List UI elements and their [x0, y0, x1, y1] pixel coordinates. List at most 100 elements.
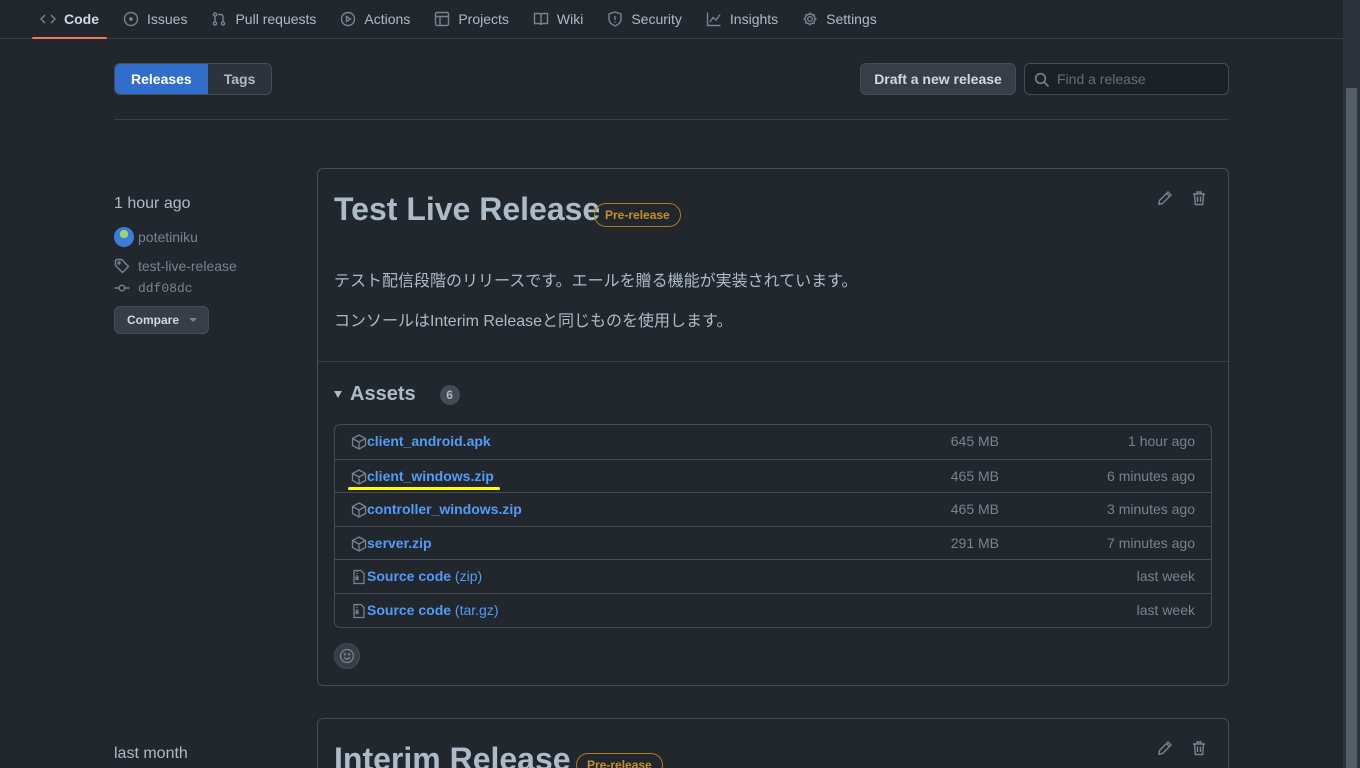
asset-updated: 7 minutes ago: [1107, 534, 1195, 551]
tab-insights-label: Insights: [729, 11, 779, 27]
triangle-down-icon: [334, 391, 342, 398]
tab-security[interactable]: Security: [599, 0, 690, 38]
asset-size: 291 MB: [950, 534, 999, 551]
releases-tags-toggle: Releases Tags: [114, 63, 273, 95]
compare-label: Compare: [127, 313, 180, 327]
issue-opened-icon: [123, 11, 139, 27]
releases-tab[interactable]: Releases: [115, 64, 208, 94]
divider: [318, 361, 1228, 362]
book-icon: [533, 12, 549, 26]
release-author[interactable]: potetiniku: [114, 227, 198, 247]
asset-updated: 1 hour ago: [1128, 433, 1195, 449]
tab-pull-requests[interactable]: Pull requests: [203, 0, 324, 38]
compare-button[interactable]: Compare: [114, 306, 209, 334]
asset-link[interactable]: client_android.apk: [367, 433, 491, 449]
tag-name[interactable]: test-live-release: [138, 258, 237, 274]
tags-tab[interactable]: Tags: [207, 64, 272, 94]
release-card: Interim Release Pre-release: [317, 718, 1229, 768]
tab-code[interactable]: Code: [32, 0, 107, 39]
search-icon: [1034, 72, 1050, 88]
assets-label: Assets: [350, 383, 416, 405]
commit-sha[interactable]: ddf08dc: [138, 281, 193, 296]
trash-icon: [1193, 741, 1205, 756]
play-icon: [341, 11, 356, 27]
highlight-underline: [348, 486, 500, 490]
git-commit-icon: [114, 284, 130, 292]
release-card: Test Live Release Pre-release テスト配信段階のリリ…: [317, 168, 1229, 686]
tab-security-label: Security: [631, 11, 682, 27]
vertical-scrollbar[interactable]: [1343, 0, 1360, 768]
asset-updated: 3 minutes ago: [1107, 501, 1195, 518]
asset-updated: last week: [1136, 568, 1195, 585]
release-description-line-2: コンソールはInterim Releaseと同じものを使用します。: [334, 313, 733, 330]
release-commit[interactable]: ddf08dc: [114, 280, 193, 296]
release-search: [1024, 63, 1229, 95]
gear-icon: [803, 12, 817, 26]
tag-icon: [114, 258, 130, 274]
asset-format: (tar.gz): [451, 601, 499, 618]
smiley-icon: [339, 648, 355, 664]
asset-row: client_android.apk 645 MB 1 hour ago: [335, 425, 1211, 459]
edit-release-button[interactable]: [1157, 190, 1173, 206]
asset-format: (zip): [451, 568, 483, 585]
git-pull-request-icon: [213, 12, 226, 26]
tab-settings[interactable]: Settings: [794, 0, 885, 38]
pencil-icon: [1157, 741, 1172, 756]
tab-projects[interactable]: Projects: [426, 0, 517, 38]
asset-updated: last week: [1136, 601, 1195, 618]
tab-wiki-label: Wiki: [556, 11, 584, 27]
asset-updated: 6 minutes ago: [1107, 467, 1195, 484]
edit-release-button[interactable]: [1157, 740, 1173, 756]
add-reaction-button[interactable]: [334, 643, 360, 669]
assets-toggle[interactable]: Assets 6: [334, 383, 460, 406]
file-zip-icon: [351, 603, 367, 619]
asset-row: Source code (zip) last week: [335, 559, 1211, 593]
asset-row: controller_windows.zip 465 MB 3 minutes …: [335, 492, 1211, 526]
draft-new-release-button[interactable]: Draft a new release: [860, 63, 1016, 95]
release-search-input[interactable]: [1057, 64, 1225, 94]
tab-issues[interactable]: Issues: [115, 0, 195, 38]
asset-name: Source code: [367, 601, 452, 618]
avatar[interactable]: [114, 227, 134, 247]
release-title[interactable]: Test Live Release: [334, 191, 600, 228]
code-icon: [40, 14, 56, 24]
assets-count-badge: 6: [439, 384, 460, 405]
prerelease-badge: Pre-release: [576, 753, 663, 768]
asset-row: client_windows.zip 465 MB 6 minutes ago: [335, 458, 1211, 493]
shield-icon: [608, 11, 623, 27]
prerelease-badge: Pre-release: [594, 203, 681, 227]
tab-wiki[interactable]: Wiki: [525, 0, 591, 38]
asset-size: 465 MB: [950, 467, 999, 484]
tab-projects-label: Projects: [458, 11, 509, 27]
release-tag[interactable]: test-live-release: [114, 258, 237, 274]
package-icon: [351, 502, 367, 518]
source-code-targz-link[interactable]: Source code (tar.gz): [367, 602, 499, 618]
divider: [114, 119, 1229, 120]
asset-link[interactable]: controller_windows.zip: [367, 501, 522, 517]
author-name[interactable]: potetiniku: [138, 229, 198, 245]
asset-link[interactable]: client_windows.zip: [367, 468, 494, 484]
asset-name: Source code: [367, 568, 452, 585]
tab-insights[interactable]: Insights: [698, 0, 786, 38]
tab-actions-label: Actions: [364, 11, 411, 27]
repo-nav: Code Issues Pull requests Actions Projec…: [0, 0, 1343, 39]
source-code-zip-link[interactable]: Source code (zip): [367, 568, 482, 584]
package-icon: [351, 468, 367, 485]
asset-row: server.zip 291 MB 7 minutes ago: [335, 525, 1211, 560]
release-title[interactable]: Interim Release: [334, 741, 571, 768]
release-description-line-1: テスト配信段階のリリースです。エールを贈る機能が実装されています。: [334, 273, 858, 290]
asset-size: 465 MB: [950, 501, 999, 518]
asset-size: 645 MB: [950, 433, 999, 449]
release-time: 1 hour ago: [114, 195, 191, 212]
delete-release-button[interactable]: [1191, 190, 1207, 206]
scrollbar-thumb[interactable]: [1346, 88, 1357, 768]
graph-icon: [706, 12, 721, 27]
asset-link[interactable]: server.zip: [367, 535, 432, 551]
pencil-icon: [1157, 191, 1172, 206]
delete-release-button[interactable]: [1191, 740, 1207, 756]
caret-down-icon: [189, 318, 198, 322]
tab-issues-label: Issues: [147, 11, 188, 27]
tab-pull-requests-label: Pull requests: [235, 11, 317, 27]
tab-actions[interactable]: Actions: [332, 0, 418, 38]
package-icon: [351, 536, 367, 552]
